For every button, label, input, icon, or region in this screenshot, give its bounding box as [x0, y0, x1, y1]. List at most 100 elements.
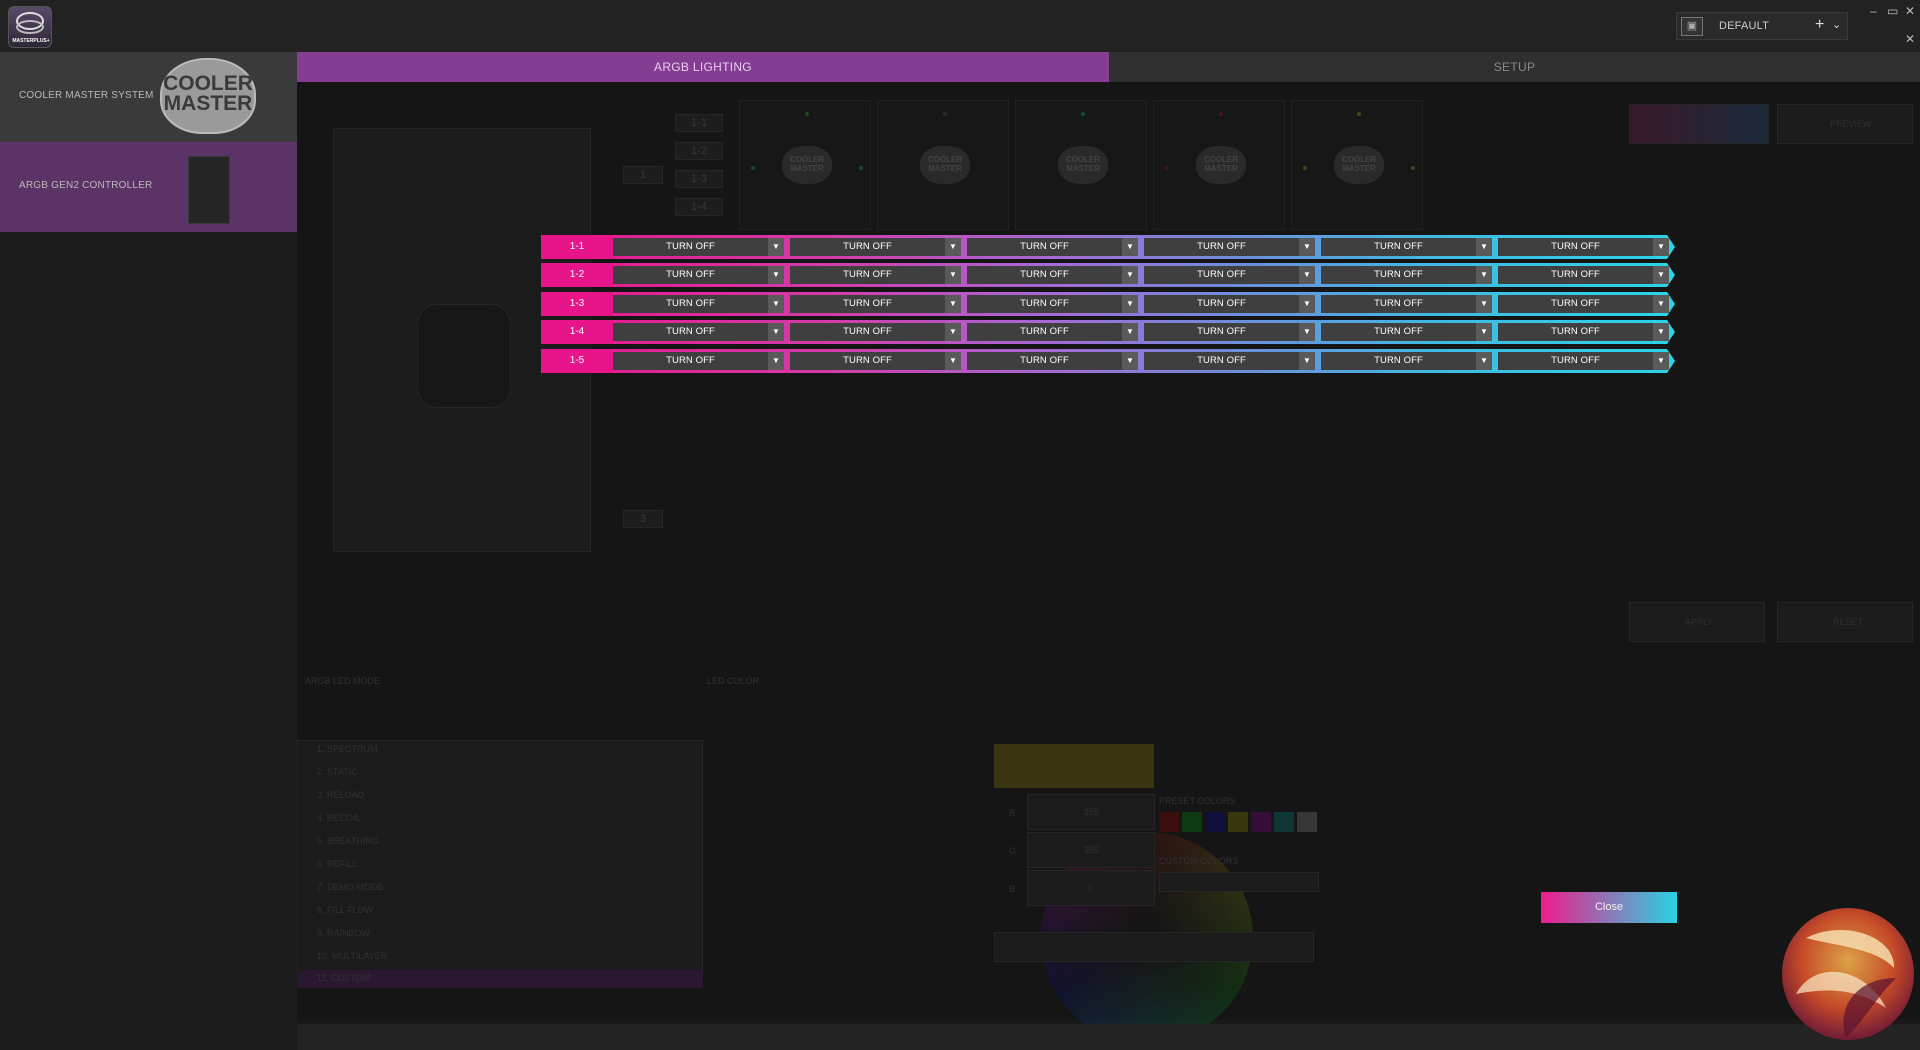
close-window-button[interactable]: ✕: [1905, 4, 1915, 18]
mode-item-selected[interactable]: 11. CUSTOM: [297, 970, 703, 988]
dropdown-arrow-icon[interactable]: ▼: [768, 266, 784, 284]
preset-swatch[interactable]: [1228, 812, 1248, 832]
led-mode-select[interactable]: TURN OFF ▼: [613, 352, 784, 370]
dropdown-arrow-icon[interactable]: ▼: [1122, 323, 1138, 341]
mode-item[interactable]: 4. RECOIL: [317, 813, 361, 823]
tab-argb-lighting[interactable]: ARGB LIGHTING: [297, 52, 1109, 82]
mode-item[interactable]: 8. FILL FLOW: [317, 905, 373, 915]
dropdown-arrow-icon[interactable]: ▼: [945, 238, 961, 256]
fan-preview[interactable]: COOLER MASTER: [1291, 100, 1423, 230]
preset-swatch[interactable]: [1297, 812, 1317, 832]
port-label[interactable]: 3: [623, 510, 663, 528]
custom-color-slots[interactable]: [1159, 872, 1319, 892]
dropdown-arrow-icon[interactable]: ▼: [1299, 352, 1315, 370]
dropdown-arrow-icon[interactable]: ▼: [945, 295, 961, 313]
sidebar-item-argb-gen2-controller[interactable]: ARGB GEN2 CONTROLLER: [0, 142, 297, 232]
led-mode-select[interactable]: TURN OFF ▼: [790, 323, 961, 341]
port-label[interactable]: 1-2: [675, 142, 723, 160]
led-mode-select[interactable]: TURN OFF ▼: [1144, 323, 1315, 341]
led-mode-select[interactable]: TURN OFF ▼: [613, 295, 784, 313]
mode-item[interactable]: 3. RELOAD: [317, 790, 364, 800]
led-mode-select[interactable]: TURN OFF ▼: [1144, 295, 1315, 313]
led-mode-select[interactable]: TURN OFF ▼: [790, 238, 961, 256]
dropdown-arrow-icon[interactable]: ▼: [1299, 266, 1315, 284]
dropdown-arrow-icon[interactable]: ▼: [768, 238, 784, 256]
led-mode-select[interactable]: TURN OFF ▼: [1144, 266, 1315, 284]
dropdown-arrow-icon[interactable]: ▼: [1122, 266, 1138, 284]
mode-item[interactable]: 7. DEMO MODE: [317, 882, 384, 892]
dropdown-arrow-icon[interactable]: ▼: [768, 352, 784, 370]
mode-item[interactable]: 5. BREATHING: [317, 836, 379, 846]
restore-button[interactable]: ▭: [1887, 4, 1898, 18]
dropdown-arrow-icon[interactable]: ▼: [1122, 238, 1138, 256]
fan-preview[interactable]: COOLER MASTER: [877, 100, 1009, 230]
led-mode-select[interactable]: TURN OFF ▼: [967, 323, 1138, 341]
dropdown-arrow-icon[interactable]: ▼: [1476, 238, 1492, 256]
masterplus-logo[interactable]: MASTERPLUS+: [8, 6, 52, 48]
port-label[interactable]: 1-3: [675, 170, 723, 188]
dropdown-arrow-icon[interactable]: ▼: [1299, 323, 1315, 341]
mode-item[interactable]: 9. RAINBOW: [317, 928, 370, 938]
mode-item[interactable]: 10. MULTILAYER: [317, 951, 387, 961]
reset-button[interactable]: RESET: [1777, 602, 1913, 642]
mode-item[interactable]: 1. SPECTRUM: [317, 744, 378, 754]
sidebar-item-cooler-master-system[interactable]: COOLER MASTER SYSTEM COOLER MASTER: [0, 52, 297, 142]
unpin-button[interactable]: ✕: [1905, 32, 1915, 46]
led-mode-select[interactable]: TURN OFF ▼: [1321, 295, 1492, 313]
led-mode-select[interactable]: TURN OFF ▼: [790, 352, 961, 370]
fan-preview[interactable]: COOLER MASTER: [1015, 100, 1147, 230]
port-label[interactable]: 1: [623, 166, 663, 184]
led-mode-select[interactable]: TURN OFF ▼: [1321, 323, 1492, 341]
dropdown-arrow-icon[interactable]: ▼: [1299, 238, 1315, 256]
led-mode-select[interactable]: TURN OFF ▼: [1498, 295, 1669, 313]
dropdown-arrow-icon[interactable]: ▼: [1476, 295, 1492, 313]
profile-selector[interactable]: ▣ DEFAULT + ⌄: [1676, 12, 1848, 40]
dropdown-arrow-icon[interactable]: ▼: [768, 295, 784, 313]
dropdown-arrow-icon[interactable]: ▼: [945, 266, 961, 284]
dropdown-arrow-icon[interactable]: ▼: [1476, 352, 1492, 370]
fan-preview[interactable]: COOLER MASTER: [739, 100, 871, 230]
dropdown-arrow-icon[interactable]: ▼: [1653, 323, 1669, 341]
dropdown-arrow-icon[interactable]: ▼: [945, 323, 961, 341]
led-mode-select[interactable]: TURN OFF ▼: [790, 295, 961, 313]
close-button[interactable]: Close: [1541, 892, 1677, 923]
led-mode-select[interactable]: TURN OFF ▼: [1144, 352, 1315, 370]
preview-button[interactable]: PREVIEW: [1777, 104, 1913, 144]
led-mode-select[interactable]: TURN OFF ▼: [1498, 352, 1669, 370]
led-mode-select[interactable]: TURN OFF ▼: [1498, 266, 1669, 284]
profile-dropdown-icon[interactable]: ⌄: [1832, 18, 1841, 31]
led-mode-select[interactable]: TURN OFF ▼: [1498, 323, 1669, 341]
preset-swatch[interactable]: [1182, 812, 1202, 832]
minimize-button[interactable]: –: [1870, 4, 1877, 18]
led-mode-select[interactable]: TURN OFF ▼: [613, 238, 784, 256]
dropdown-arrow-icon[interactable]: ▼: [1476, 266, 1492, 284]
dropdown-arrow-icon[interactable]: ▼: [1653, 352, 1669, 370]
port-label[interactable]: 1-1: [675, 114, 723, 132]
port-label[interactable]: 1-4: [675, 198, 723, 216]
dropdown-arrow-icon[interactable]: ▼: [1653, 295, 1669, 313]
mode-item[interactable]: 2. STATIC: [317, 767, 358, 777]
dropdown-arrow-icon[interactable]: ▼: [1653, 238, 1669, 256]
preset-swatch[interactable]: [1159, 812, 1179, 832]
preset-swatch[interactable]: [1205, 812, 1225, 832]
dropdown-arrow-icon[interactable]: ▼: [1299, 295, 1315, 313]
hex-input[interactable]: [994, 932, 1314, 962]
apply-button[interactable]: APPLY: [1629, 602, 1765, 642]
led-mode-select[interactable]: TURN OFF ▼: [1321, 352, 1492, 370]
red-value-input[interactable]: 255: [1027, 794, 1155, 830]
led-mode-select[interactable]: TURN OFF ▼: [613, 323, 784, 341]
led-mode-select[interactable]: TURN OFF ▼: [1498, 238, 1669, 256]
led-mode-select[interactable]: TURN OFF ▼: [790, 266, 961, 284]
led-mode-select[interactable]: TURN OFF ▼: [967, 238, 1138, 256]
add-profile-button[interactable]: +: [1815, 16, 1824, 34]
led-mode-select[interactable]: TURN OFF ▼: [967, 352, 1138, 370]
dropdown-arrow-icon[interactable]: ▼: [1653, 266, 1669, 284]
blue-value-input[interactable]: 0: [1027, 870, 1155, 906]
led-mode-select[interactable]: TURN OFF ▼: [967, 266, 1138, 284]
led-mode-select[interactable]: TURN OFF ▼: [1321, 238, 1492, 256]
mode-item[interactable]: 6. REFILL: [317, 859, 358, 869]
dropdown-arrow-icon[interactable]: ▼: [1122, 295, 1138, 313]
led-mode-select[interactable]: TURN OFF ▼: [967, 295, 1138, 313]
fan-preview[interactable]: COOLER MASTER: [1153, 100, 1285, 230]
tab-setup[interactable]: SETUP: [1109, 52, 1920, 82]
